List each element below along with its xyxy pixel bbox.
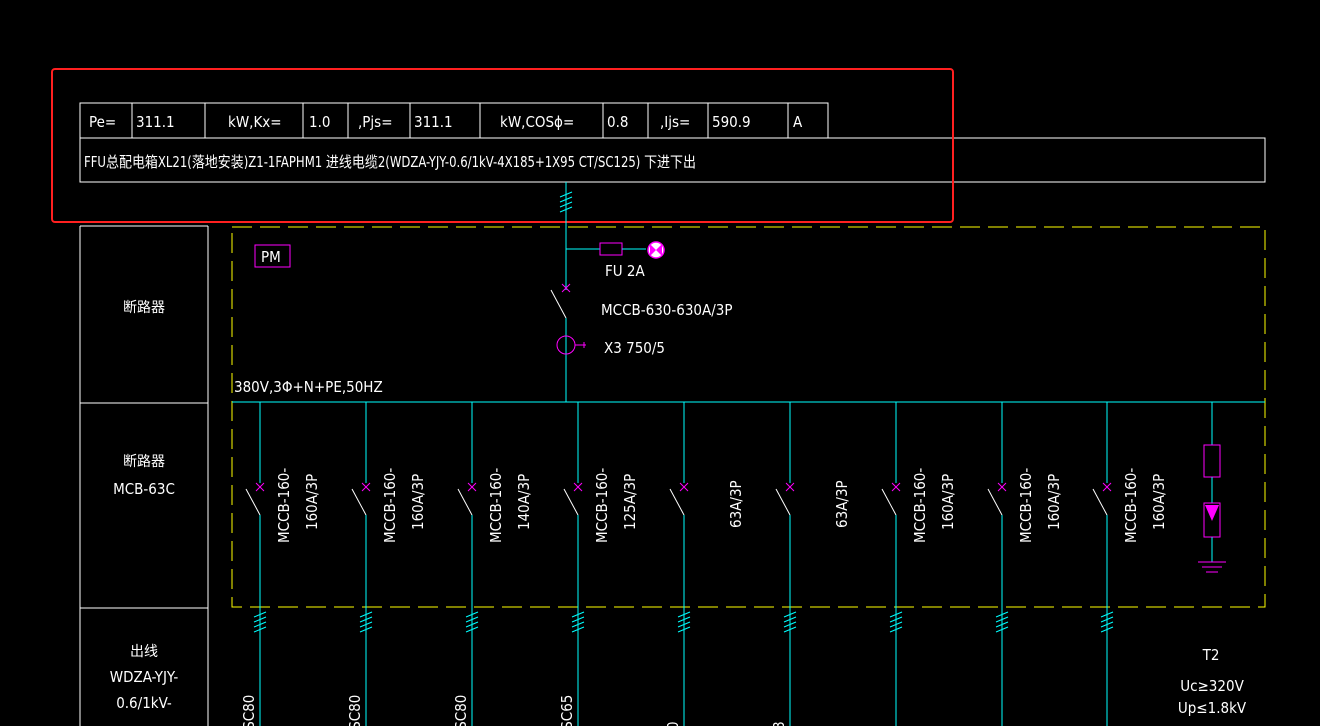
branch-breaker-rating: 160A/3P xyxy=(1150,474,1168,530)
branch-circuit: MCCB-160- 140A/3P CT/SC80 xyxy=(452,402,533,726)
ground-icon xyxy=(1198,561,1226,573)
branch-breaker-type: MCCB-160- xyxy=(1122,468,1140,543)
branch-breaker-rating: 160A/3P xyxy=(1045,474,1063,530)
branch-breaker-icon xyxy=(255,482,265,492)
highlight-box xyxy=(51,68,954,223)
side-row3-line1: 出线 xyxy=(130,644,158,660)
kx-label: kW,Kx= xyxy=(228,113,282,131)
fuse-icon xyxy=(599,242,623,256)
branch-circuits: MCCB-160- 160A/3P CT/SC80 MCCB-160- 160A/3P C… xyxy=(240,402,1168,726)
branch-cable-label: 8 xyxy=(770,721,788,726)
branch-cable-label: CT/SC65 xyxy=(558,695,576,726)
kx-value: 1.0 xyxy=(309,113,330,131)
incoming-feeder xyxy=(550,182,665,402)
pjs-label: ,Pjs= xyxy=(358,113,393,131)
spd-fuse-icon xyxy=(1203,444,1221,478)
branch-breaker-type: MCCB-160- xyxy=(911,468,929,543)
pe-label: Pe= xyxy=(89,113,116,131)
branch-cable-label: CT/SC80 xyxy=(452,695,470,726)
branch-breaker-type: MCCB-160- xyxy=(487,468,505,543)
pe-value: 311.1 xyxy=(136,113,175,131)
side-row2-line2: MCB-63C xyxy=(113,480,175,498)
branch-breaker-rating: 125A/3P xyxy=(621,474,639,530)
branch-breaker-icon xyxy=(467,482,477,492)
branch-cable-label: CT/SC80 xyxy=(240,695,258,726)
indicator-lamp-icon xyxy=(647,241,665,259)
branch-breaker-icon xyxy=(997,482,1007,492)
branch-circuit: MCCB-160- 160A/3P xyxy=(987,402,1063,726)
panel-boundary xyxy=(231,226,1266,608)
side-row2-line1: 断路器 xyxy=(123,454,165,470)
bus-label: 380V,3Φ+N+PE,50HZ xyxy=(234,378,383,396)
branch-circuit: MCCB-160- 160A/3P CT/SC80 xyxy=(346,402,427,726)
spd-uc: Uc≥320V xyxy=(1180,677,1244,695)
branch-breaker-icon xyxy=(785,482,795,492)
ijs-label: ,Ijs= xyxy=(660,113,690,131)
branch-breaker-icon xyxy=(891,482,901,492)
branch-breaker-icon xyxy=(573,482,583,492)
spd-name: T2 xyxy=(1202,646,1220,664)
branch-circuit: MCCB-160- 160A/3P CT/SC80 xyxy=(240,402,321,726)
branch-breaker-type: MCCB-160- xyxy=(593,468,611,543)
spd-up: Up≤1.8kV xyxy=(1178,699,1247,717)
surge-protector xyxy=(1198,402,1226,573)
unit-label: A xyxy=(793,113,803,131)
branch-breaker-type: MCCB-160- xyxy=(1017,468,1035,543)
branch-circuit: MCCB-160- 125A/3P CT/SC65 xyxy=(558,402,639,726)
branch-breaker-rating: 140A/3P xyxy=(515,474,533,530)
branch-breaker-rating: 160A/3P xyxy=(939,474,957,530)
branch-breaker-rating: 160A/3P xyxy=(303,474,321,530)
branch-breaker-icon xyxy=(1102,482,1112,492)
branch-circuit: 63A/3P 0 xyxy=(664,402,745,726)
pm-label: PM xyxy=(261,248,281,266)
current-transformer-icon xyxy=(556,335,586,355)
pjs-value: 311.1 xyxy=(414,113,453,131)
diagram-canvas: Pe= 311.1 kW,Kx= 1.0 ,Pjs= 311.1 kW,COSϕ… xyxy=(51,68,1266,726)
branch-breaker-icon xyxy=(679,482,689,492)
branch-breaker-icon xyxy=(361,482,371,492)
ct-label: X3 750/5 xyxy=(604,339,665,357)
branch-circuit: 63A/3P 8 xyxy=(770,402,851,726)
spd-arrester-icon xyxy=(1203,502,1221,538)
cos-label: kW,COSϕ= xyxy=(500,113,574,131)
branch-circuit: MCCB-160- 160A/3P xyxy=(881,402,957,726)
branch-breaker-type: MCCB-160- xyxy=(275,468,293,543)
side-row3-line2: WDZA-YJY- xyxy=(110,668,179,686)
branch-breaker-rating: 160A/3P xyxy=(409,474,427,530)
feeder-description: FFU总配电箱XL21(落地安装)Z1-1FAPHM1 进线电缆2(WDZA-Y… xyxy=(84,153,696,171)
branch-cable-label: CT/SC80 xyxy=(346,695,364,726)
fuse-label: FU 2A xyxy=(605,262,646,280)
branch-breaker-type: MCCB-160- xyxy=(381,468,399,543)
branch-breaker-rating: 63A/3P xyxy=(727,480,745,528)
branch-cable-label: 0 xyxy=(664,721,682,726)
side-row1: 断路器 xyxy=(123,300,165,316)
cos-value: 0.8 xyxy=(607,113,628,131)
ijs-value: 590.9 xyxy=(712,113,751,131)
branch-breaker-rating: 63A/3P xyxy=(833,480,851,528)
side-row3-line3: 0.6/1kV- xyxy=(116,694,172,712)
branch-circuit: MCCB-160- 160A/3P xyxy=(1092,402,1168,726)
main-breaker-label: MCCB-630-630A/3P xyxy=(601,301,733,319)
